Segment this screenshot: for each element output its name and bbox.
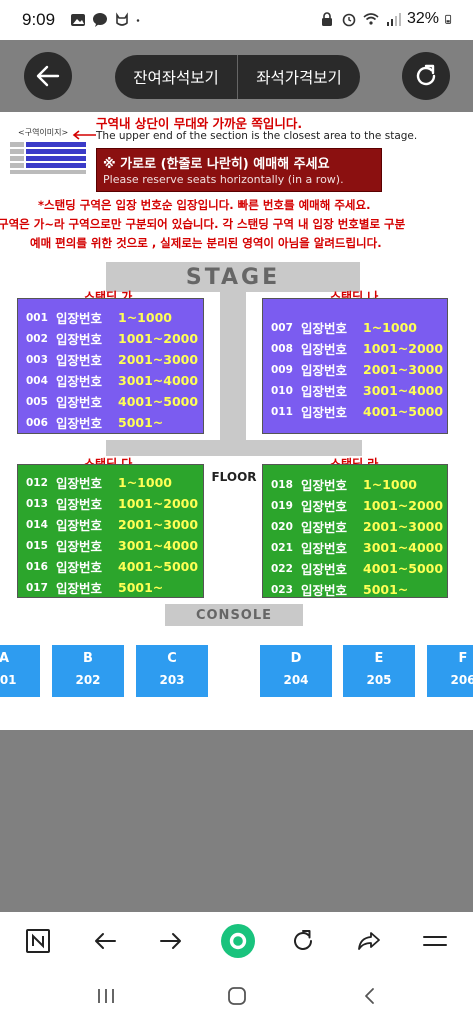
zone-row[interactable]: 007 입장번호 1~1000 xyxy=(271,317,417,338)
runway xyxy=(220,292,246,440)
browser-forward-button[interactable] xyxy=(155,925,187,957)
share-button[interactable] xyxy=(353,925,385,957)
battery-percent: 32% xyxy=(406,10,439,27)
zone-row[interactable]: 003 입장번호 2001~3000 xyxy=(26,349,198,370)
zone-row[interactable]: 001 입장번호 1~1000 xyxy=(26,307,172,328)
lock-icon xyxy=(321,12,332,26)
remaining-seats-button[interactable]: 잔여좌석보기 xyxy=(115,55,237,99)
zone-standing-da[interactable]: 012 입장번호 1~1000 013 입장번호 1001~2000 014 입장번호 20… xyxy=(17,464,204,598)
notice-ko: ※ 가로로 (한줄로 나란히) 예매해 주세요 xyxy=(103,157,330,172)
home-icon xyxy=(228,987,246,1005)
refresh-icon xyxy=(294,930,312,950)
cat-icon xyxy=(116,12,128,26)
zone-row[interactable]: 016 입장번호 4001~5000 xyxy=(26,556,198,577)
section-d[interactable]: D 204 xyxy=(260,645,332,697)
seat-map[interactable]: 구역내 상단이 무대와 가까운 쪽입니다. The upper end of t… xyxy=(0,112,473,730)
green-dot-icon xyxy=(221,924,255,958)
zone-row[interactable]: 019 입장번호 1001~2000 xyxy=(271,495,443,516)
seat-price-button[interactable]: 좌석가격보기 xyxy=(238,55,360,99)
zone-row[interactable]: 017 입장번호 5001~ xyxy=(26,577,163,598)
zone-row[interactable]: 013 입장번호 1001~2000 xyxy=(26,493,198,514)
chevron-left-icon xyxy=(365,988,374,1004)
top-toolbar: 잔여좌석보기 좌석가격보기 xyxy=(0,40,473,112)
seat-view-toggle: 잔여좌석보기 좌석가격보기 xyxy=(115,55,360,99)
recent-apps-button[interactable] xyxy=(92,984,120,1008)
share-arrow-icon xyxy=(358,932,380,950)
empty-area xyxy=(0,730,473,912)
zone-row[interactable]: 022 입장번호 4001~5000 xyxy=(271,558,443,579)
system-back-button[interactable] xyxy=(356,984,384,1008)
status-left-icons xyxy=(70,12,144,28)
status-right: 32% xyxy=(319,10,455,28)
runway-crossbar xyxy=(106,440,362,456)
status-time: 9:09 xyxy=(22,10,56,29)
console-label: CONSOLE xyxy=(165,604,303,626)
arrow-left-icon xyxy=(95,933,116,949)
standing-note-1: *스탠딩 구역은 입장 번호순 입장입니다. 빠른 번호를 예매해 주세요. xyxy=(38,198,371,212)
zone-row[interactable]: 002 입장번호 1001~2000 xyxy=(26,328,198,349)
browser-refresh-button[interactable] xyxy=(287,925,319,957)
image-icon xyxy=(71,14,85,26)
browser-back-button[interactable] xyxy=(89,925,121,957)
dot-icon xyxy=(136,19,140,22)
status-bar: 9:09 32% xyxy=(0,0,473,40)
zone-row[interactable]: 005 입장번호 4001~5000 xyxy=(26,391,198,412)
zone-row[interactable]: 008 입장번호 1001~2000 xyxy=(271,338,443,359)
zone-standing-na[interactable]: 007 입장번호 1~1000 008 입장번호 1001~2000 009 입장번호 20… xyxy=(262,298,448,434)
section-f[interactable]: F 206 xyxy=(427,645,473,697)
signal-icon xyxy=(386,13,401,26)
floor-label: FLOOR xyxy=(211,470,257,484)
battery-icon xyxy=(445,14,452,24)
zone-row[interactable]: 023 입장번호 5001~ xyxy=(271,579,408,600)
horizontal-seat-notice: ※ 가로로 (한줄로 나란히) 예매해 주세요 Please reserve s… xyxy=(96,148,382,192)
talk-icon xyxy=(93,13,107,27)
refresh-icon xyxy=(416,64,436,86)
section-b[interactable]: B 202 xyxy=(52,645,124,697)
notice-en: Please reserve seats horizontally (in a … xyxy=(103,173,344,186)
recent-apps-icon xyxy=(98,989,114,1003)
zone-row[interactable]: 011 입장번호 4001~5000 xyxy=(271,401,443,422)
hamburger-menu-icon xyxy=(423,936,447,946)
alarm-icon xyxy=(342,13,356,27)
zone-row[interactable]: 012 입장번호 1~1000 xyxy=(26,472,172,493)
stage-label: STAGE xyxy=(185,264,281,290)
zone-row[interactable]: 018 입장번호 1~1000 xyxy=(271,474,417,495)
zone-row[interactable]: 010 입장번호 3001~4000 xyxy=(271,380,443,401)
standing-note-3: 예매 편의를 위한 것으로 , 실제로는 분리된 영역이 아님을 알려드립니다. xyxy=(30,236,382,250)
zone-row[interactable]: 004 입장번호 3001~4000 xyxy=(26,370,198,391)
menu-button[interactable] xyxy=(419,925,451,957)
standing-note-2: 구역은 가~라 구역으로만 구분되어 있습니다. 각 스탠딩 구역 내 입장 번… xyxy=(0,217,406,231)
zone-row[interactable]: 014 입장번호 2001~3000 xyxy=(26,514,198,535)
browser-toolbar xyxy=(0,912,473,970)
section-e[interactable]: E 205 xyxy=(343,645,415,697)
wifi-icon xyxy=(363,13,379,25)
section-c[interactable]: C 203 xyxy=(136,645,208,697)
zone-standing-ra[interactable]: 018 입장번호 1~1000 019 입장번호 1001~2000 020 입장번호 20… xyxy=(262,464,448,598)
arrow-left-icon xyxy=(36,65,60,87)
zone-row[interactable]: 020 입장번호 2001~3000 xyxy=(271,516,443,537)
zone-row[interactable]: 015 입장번호 3001~4000 xyxy=(26,535,198,556)
naver-home-button[interactable] xyxy=(22,925,54,957)
home-button[interactable] xyxy=(223,984,251,1008)
naver-n-icon xyxy=(26,929,50,953)
mini-map-label: <구역이미지> xyxy=(18,128,69,137)
mini-section-image xyxy=(10,142,86,174)
reload-button[interactable] xyxy=(402,52,450,100)
zone-row[interactable]: 009 입장번호 2001~3000 xyxy=(271,359,443,380)
arrow-right-icon xyxy=(160,933,181,949)
system-navigation-bar xyxy=(0,970,473,1024)
zone-row[interactable]: 006 입장번호 5001~ xyxy=(26,412,163,433)
zone-standing-ga[interactable]: 001 입장번호 1~1000 002 입장번호 1001~2000 003 입장번호 20… xyxy=(17,298,204,434)
top-note-en: The upper end of the section is the clos… xyxy=(96,130,418,142)
back-button[interactable] xyxy=(24,52,72,100)
section-a[interactable]: A 201 xyxy=(0,645,40,697)
zone-row[interactable]: 021 입장번호 3001~4000 xyxy=(271,537,443,558)
green-dot-button[interactable] xyxy=(220,923,256,959)
